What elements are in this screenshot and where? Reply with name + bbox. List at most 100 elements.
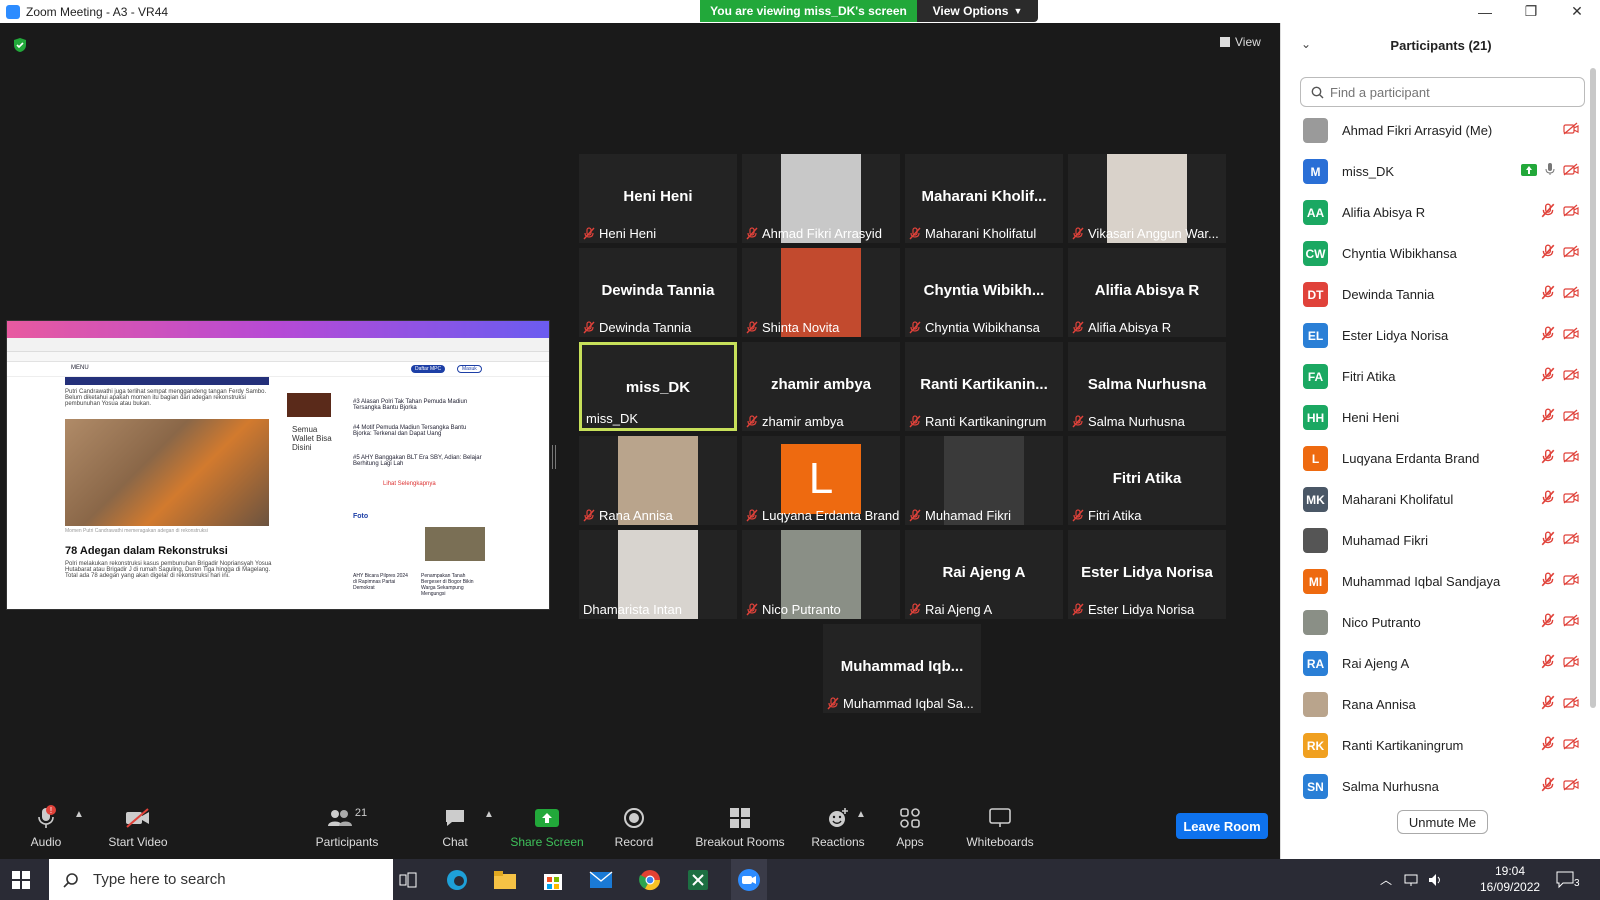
video-tile[interactable]: zhamir ambya zhamir ambya	[742, 342, 900, 431]
tile-name-label: Salma Nurhusna	[1072, 414, 1185, 429]
audio-button[interactable]: ! Audio	[26, 803, 66, 859]
participant-search-input[interactable]	[1330, 84, 1570, 100]
breakout-rooms-button[interactable]: Breakout Rooms	[690, 803, 790, 859]
participant-row[interactable]: RK Ranti Kartikaningrum	[1281, 725, 1591, 766]
tile-label-text: Luqyana Erdanta Brand	[762, 508, 900, 523]
microsoft-store-icon[interactable]	[539, 866, 567, 894]
participant-status-icons	[1541, 694, 1579, 715]
tile-display-name: Salma Nurhusna	[1087, 376, 1207, 393]
participant-row[interactable]: Rana Annisa	[1281, 684, 1591, 725]
video-tile[interactable]: Shinta Novita	[742, 248, 900, 337]
view-options-button[interactable]: View Options ▼	[917, 0, 1038, 22]
leave-room-button[interactable]: Leave Room	[1176, 813, 1268, 839]
task-view-icon[interactable]	[394, 866, 422, 894]
participant-row[interactable]: DT Dewinda Tannia	[1281, 274, 1591, 315]
participant-row[interactable]: HH Heni Heni	[1281, 397, 1591, 438]
video-tile[interactable]: Dewinda Tannia Dewinda Tannia	[579, 248, 737, 337]
participant-row[interactable]: SN Salma Nurhusna	[1281, 766, 1591, 807]
participant-list-scrollbar[interactable]	[1590, 68, 1596, 708]
video-tile[interactable]: Ester Lidya Norisa Ester Lidya Norisa	[1068, 530, 1226, 619]
participant-row[interactable]: L Luqyana Erdanta Brand	[1281, 438, 1591, 479]
edge-browser-icon[interactable]	[443, 866, 471, 894]
participant-name: miss_DK	[1342, 164, 1395, 179]
participant-row[interactable]: EL Ester Lidya Norisa	[1281, 315, 1591, 356]
participant-row[interactable]: Nico Putranto	[1281, 602, 1591, 643]
video-tile[interactable]: Ahmad Fikri Arrasyid	[742, 154, 900, 243]
video-tile[interactable]: Nico Putranto	[742, 530, 900, 619]
participant-row[interactable]: MI Muhammad Iqbal Sandjaya	[1281, 561, 1591, 602]
taskbar-search-placeholder: Type here to search	[93, 871, 226, 888]
participant-row[interactable]: RA Rai Ajeng A	[1281, 643, 1591, 684]
participant-row[interactable]: AA Alifia Abisya R	[1281, 192, 1591, 233]
tile-name-label: Chyntia Wibikhansa	[909, 320, 1040, 335]
video-tile[interactable]: Rai Ajeng A Rai Ajeng A	[905, 530, 1063, 619]
minimize-button[interactable]: —	[1462, 0, 1508, 23]
video-tile[interactable]: Muhamad Fikri	[905, 436, 1063, 525]
file-explorer-icon[interactable]	[491, 866, 519, 894]
participant-name: Rai Ajeng A	[1342, 656, 1410, 671]
volume-icon[interactable]	[1428, 859, 1444, 900]
video-tile[interactable]: Chyntia Wibikh... Chyntia Wibikhansa	[905, 248, 1063, 337]
browser-url-bar	[7, 338, 549, 352]
record-button[interactable]: Record	[614, 803, 654, 859]
video-tile[interactable]: Salma Nurhusna Salma Nurhusna	[1068, 342, 1226, 431]
chat-button[interactable]: Chat	[440, 803, 470, 859]
video-tile[interactable]: Alifia Abisya R Alifia Abisya R	[1068, 248, 1226, 337]
tile-label-text: Ahmad Fikri Arrasyid	[762, 226, 882, 241]
participant-row[interactable]: Ahmad Fikri Arrasyid (Me)	[1281, 110, 1591, 151]
close-button[interactable]: ✕	[1554, 0, 1600, 23]
collapse-panel-chevron-icon[interactable]: ⌄	[1301, 37, 1311, 51]
video-tile[interactable]: Ranti Kartikanin... Ranti Kartikaningrum	[905, 342, 1063, 431]
participants-icon	[327, 810, 352, 826]
video-tile[interactable]: L Luqyana Erdanta Brand	[742, 436, 900, 525]
whiteboards-button[interactable]: Whiteboards	[964, 803, 1036, 859]
excel-icon[interactable]	[684, 866, 712, 894]
participant-row[interactable]: Mmiss_DK	[1281, 151, 1591, 192]
tile-name-label: Heni Heni	[583, 226, 656, 241]
unmute-me-button[interactable]: Unmute Me	[1397, 810, 1488, 834]
video-tile[interactable]: Heni Heni Heni Heni	[579, 154, 737, 243]
video-tile[interactable]: Dhamarista Intan	[579, 530, 737, 619]
participant-search[interactable]	[1300, 77, 1585, 107]
reactions-options-caret-icon[interactable]: ▲	[856, 809, 866, 820]
tile-name-label: Vikasari Anggun War...	[1072, 226, 1219, 241]
notification-center-icon[interactable]: 3	[1556, 859, 1580, 900]
audio-options-caret-icon[interactable]: ▲	[74, 809, 84, 820]
tile-display-name: Dewinda Tannia	[601, 282, 715, 299]
apps-button[interactable]: Apps	[892, 803, 928, 859]
view-button[interactable]: View	[1220, 35, 1261, 49]
system-clock[interactable]: 19:04 16/09/2022	[1480, 863, 1540, 895]
shared-screen[interactable]: MENU Daftar MPC Masuk Putri Candrawathi …	[6, 320, 550, 610]
video-tile[interactable]: Muhammad Iqb... Muhammad Iqbal Sa...	[823, 624, 981, 713]
video-tile[interactable]: Maharani Kholif... Maharani Kholifatul	[905, 154, 1063, 243]
microphone-muted-icon	[827, 697, 839, 710]
video-tile[interactable]: Rana Annisa	[579, 436, 737, 525]
participant-row[interactable]: FA Fitri Atika	[1281, 356, 1591, 397]
tile-label-text: Muhamad Fikri	[925, 508, 1011, 523]
participants-button[interactable]: 21 Participants	[316, 803, 379, 859]
participant-row[interactable]: MK Maharani Kholifatul	[1281, 479, 1591, 520]
participant-row[interactable]: CW Chyntia Wibikhansa	[1281, 233, 1591, 274]
taskbar-search[interactable]: Type here to search	[49, 859, 393, 900]
chrome-icon[interactable]	[636, 866, 664, 894]
zoom-taskbar-icon[interactable]	[731, 859, 767, 900]
chat-icon	[444, 803, 466, 833]
chat-options-caret-icon[interactable]: ▲	[484, 809, 494, 820]
splitter-handle[interactable]	[552, 445, 556, 469]
participant-row[interactable]: Muhamad Fikri	[1281, 520, 1591, 561]
tile-display-name: Ester Lidya Norisa	[1081, 564, 1213, 581]
maximize-button[interactable]: ❐	[1508, 0, 1554, 23]
video-tile[interactable]: miss_DK miss_DK	[579, 342, 737, 431]
video-tile[interactable]: Vikasari Anggun War...	[1068, 154, 1226, 243]
network-icon[interactable]	[1404, 859, 1422, 900]
share-screen-button[interactable]: Share Screen	[510, 803, 584, 859]
tile-display-name: Ranti Kartikanin...	[920, 376, 1048, 393]
trending-item-4: #4 Motif Pemuda Madiun Tersangka Bantu B…	[353, 425, 467, 437]
mail-icon[interactable]	[587, 866, 615, 894]
breakout-rooms-icon	[729, 803, 751, 833]
show-hidden-icons-chevron-icon[interactable]: ︿	[1380, 859, 1392, 900]
start-video-button[interactable]: Start Video	[106, 803, 170, 859]
video-tile[interactable]: Fitri Atika Fitri Atika	[1068, 436, 1226, 525]
windows-start-icon[interactable]	[12, 871, 30, 889]
tile-display-name: miss_DK	[625, 379, 691, 396]
